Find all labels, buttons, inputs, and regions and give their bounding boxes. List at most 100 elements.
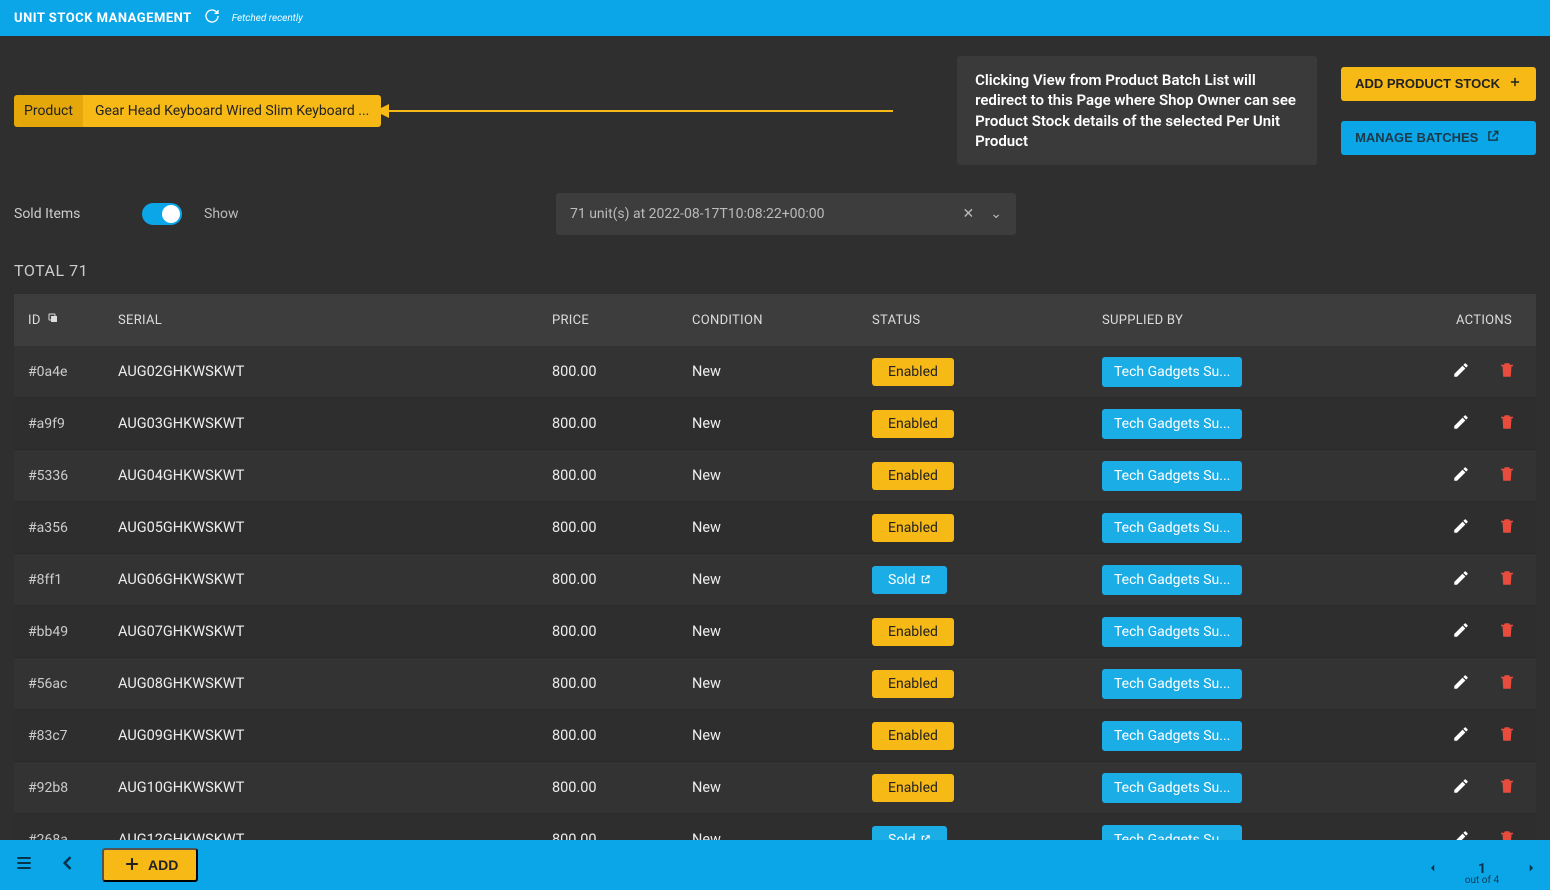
cell-status: Sold — [872, 566, 1102, 594]
table-row: #a356AUG05GHKWSKWT800.00NewEnabledTech G… — [14, 502, 1536, 554]
cell-condition: New — [692, 727, 872, 744]
col-status[interactable]: STATUS — [872, 313, 1102, 328]
delete-icon[interactable] — [1498, 361, 1516, 383]
app-header: UNIT STOCK MANAGEMENT Fetched recently — [0, 0, 1550, 36]
product-chip-value: Gear Head Keyboard Wired Slim Keyboard .… — [83, 95, 381, 127]
external-link-icon — [1486, 129, 1500, 146]
clear-icon[interactable]: ✕ — [963, 206, 975, 222]
sold-items-state: Show — [204, 206, 239, 222]
button-label: MANAGE BATCHES — [1355, 130, 1478, 145]
edit-icon[interactable] — [1452, 777, 1470, 799]
edit-icon[interactable] — [1452, 517, 1470, 539]
total-count: TOTAL 71 — [14, 261, 1536, 280]
status-badge[interactable]: Enabled — [872, 722, 954, 750]
sold-items-toggle[interactable] — [142, 203, 182, 225]
status-badge[interactable]: Enabled — [872, 670, 954, 698]
cell-supplier: Tech Gadgets Su... — [1102, 617, 1362, 647]
cell-status: Enabled — [872, 670, 1102, 698]
table-row: #92b8AUG10GHKWSKWT800.00NewEnabled Tech G… — [14, 762, 1536, 814]
supplier-link[interactable]: Tech Gadgets Su... — [1102, 461, 1242, 491]
chevron-down-icon[interactable]: ⌄ — [990, 206, 1002, 222]
cell-price: 800.00 — [552, 623, 692, 640]
col-id[interactable]: ID — [28, 312, 118, 328]
cell-id: #92b8 — [28, 780, 118, 796]
edit-icon[interactable] — [1452, 725, 1470, 747]
edit-icon[interactable] — [1452, 361, 1470, 383]
cell-price: 800.00 — [552, 519, 692, 536]
cell-condition: New — [692, 467, 872, 484]
batch-selector[interactable]: 71 unit(s) at 2022-08-17T10:08:22+00:00 … — [556, 193, 1016, 235]
cell-serial: AUG09GHKWSKWT — [118, 727, 552, 744]
cell-supplier: Tech Gadgets Su... — [1102, 773, 1362, 803]
cell-id: #0a4e — [28, 364, 118, 380]
col-serial[interactable]: SERIAL — [118, 313, 552, 328]
table-row: #83c7AUG09GHKWSKWT800.00NewEnabled Tech G… — [14, 710, 1536, 762]
edit-icon[interactable] — [1452, 569, 1470, 591]
status-badge[interactable]: Enabled — [872, 462, 954, 490]
supplier-link[interactable]: Tech Gadgets Su... — [1102, 357, 1242, 387]
cell-status: Enabled — [872, 618, 1102, 646]
cell-price: 800.00 — [552, 779, 692, 796]
cell-price: 800.00 — [552, 415, 692, 432]
add-product-stock-button[interactable]: ADD PRODUCT STOCK — [1341, 67, 1536, 101]
plus-icon — [122, 854, 142, 877]
supplier-link[interactable]: Tech Gadgets Su... — [1102, 617, 1242, 647]
supplier-link[interactable]: Tech Gadgets Su... — [1102, 773, 1242, 803]
col-condition[interactable]: CONDITION — [692, 313, 872, 328]
batch-selector-value: 71 unit(s) at 2022-08-17T10:08:22+00:00 — [570, 206, 825, 222]
page-title: UNIT STOCK MANAGEMENT — [14, 11, 192, 26]
status-badge[interactable]: Enabled — [872, 410, 954, 438]
edit-icon[interactable] — [1452, 465, 1470, 487]
status-badge[interactable]: Enabled — [872, 514, 954, 542]
cell-serial: AUG10GHKWSKWT — [118, 779, 552, 796]
supplier-link[interactable]: Tech Gadgets Su... — [1102, 513, 1242, 543]
status-badge[interactable]: Enabled — [872, 774, 954, 802]
delete-icon[interactable] — [1498, 777, 1516, 799]
edit-icon[interactable] — [1452, 413, 1470, 435]
supplier-link[interactable]: Tech Gadgets Su... — [1102, 669, 1242, 699]
col-price[interactable]: PRICE — [552, 313, 692, 328]
cell-condition: New — [692, 779, 872, 796]
table-header: ID SERIAL PRICE CONDITION STATUS SUPPLIE… — [14, 294, 1536, 346]
cell-condition: New — [692, 675, 872, 692]
cell-id: #a9f9 — [28, 416, 118, 432]
cell-serial: AUG07GHKWSKWT — [118, 623, 552, 640]
delete-icon[interactable] — [1498, 673, 1516, 695]
menu-icon[interactable] — [14, 853, 34, 877]
copy-icon[interactable] — [47, 312, 59, 328]
cell-id: #8ff1 — [28, 572, 118, 588]
pager-prev-icon[interactable] — [1428, 861, 1438, 877]
add-button[interactable]: ADD — [102, 848, 198, 882]
plus-icon — [1508, 75, 1522, 92]
cell-status: Enabled — [872, 514, 1102, 542]
annotation-arrow — [393, 110, 945, 112]
product-chip[interactable]: Product Gear Head Keyboard Wired Slim Ke… — [14, 95, 381, 127]
delete-icon[interactable] — [1498, 465, 1516, 487]
back-icon[interactable] — [58, 853, 78, 877]
delete-icon[interactable] — [1498, 725, 1516, 747]
status-badge[interactable]: Enabled — [872, 358, 954, 386]
status-badge[interactable]: Sold — [872, 566, 947, 594]
edit-icon[interactable] — [1452, 673, 1470, 695]
button-label: ADD PRODUCT STOCK — [1355, 76, 1500, 91]
delete-icon[interactable] — [1498, 569, 1516, 591]
cell-price: 800.00 — [552, 571, 692, 588]
supplier-link[interactable]: Tech Gadgets Su... — [1102, 721, 1242, 751]
pager-next-icon[interactable] — [1526, 861, 1536, 877]
supplier-link[interactable]: Tech Gadgets Su... — [1102, 409, 1242, 439]
cell-actions — [1362, 777, 1522, 799]
manage-batches-button[interactable]: MANAGE BATCHES — [1341, 121, 1536, 155]
status-badge[interactable]: Enabled — [872, 618, 954, 646]
supplier-link[interactable]: Tech Gadgets Su... — [1102, 565, 1242, 595]
edit-icon[interactable] — [1452, 621, 1470, 643]
refresh-icon[interactable] — [204, 8, 220, 28]
cell-condition: New — [692, 623, 872, 640]
delete-icon[interactable] — [1498, 517, 1516, 539]
col-supplied-by[interactable]: SUPPLIED BY — [1102, 313, 1362, 328]
cell-price: 800.00 — [552, 727, 692, 744]
cell-id: #83c7 — [28, 728, 118, 744]
cell-actions — [1362, 725, 1522, 747]
delete-icon[interactable] — [1498, 621, 1516, 643]
delete-icon[interactable] — [1498, 413, 1516, 435]
button-label: ADD — [148, 857, 178, 873]
